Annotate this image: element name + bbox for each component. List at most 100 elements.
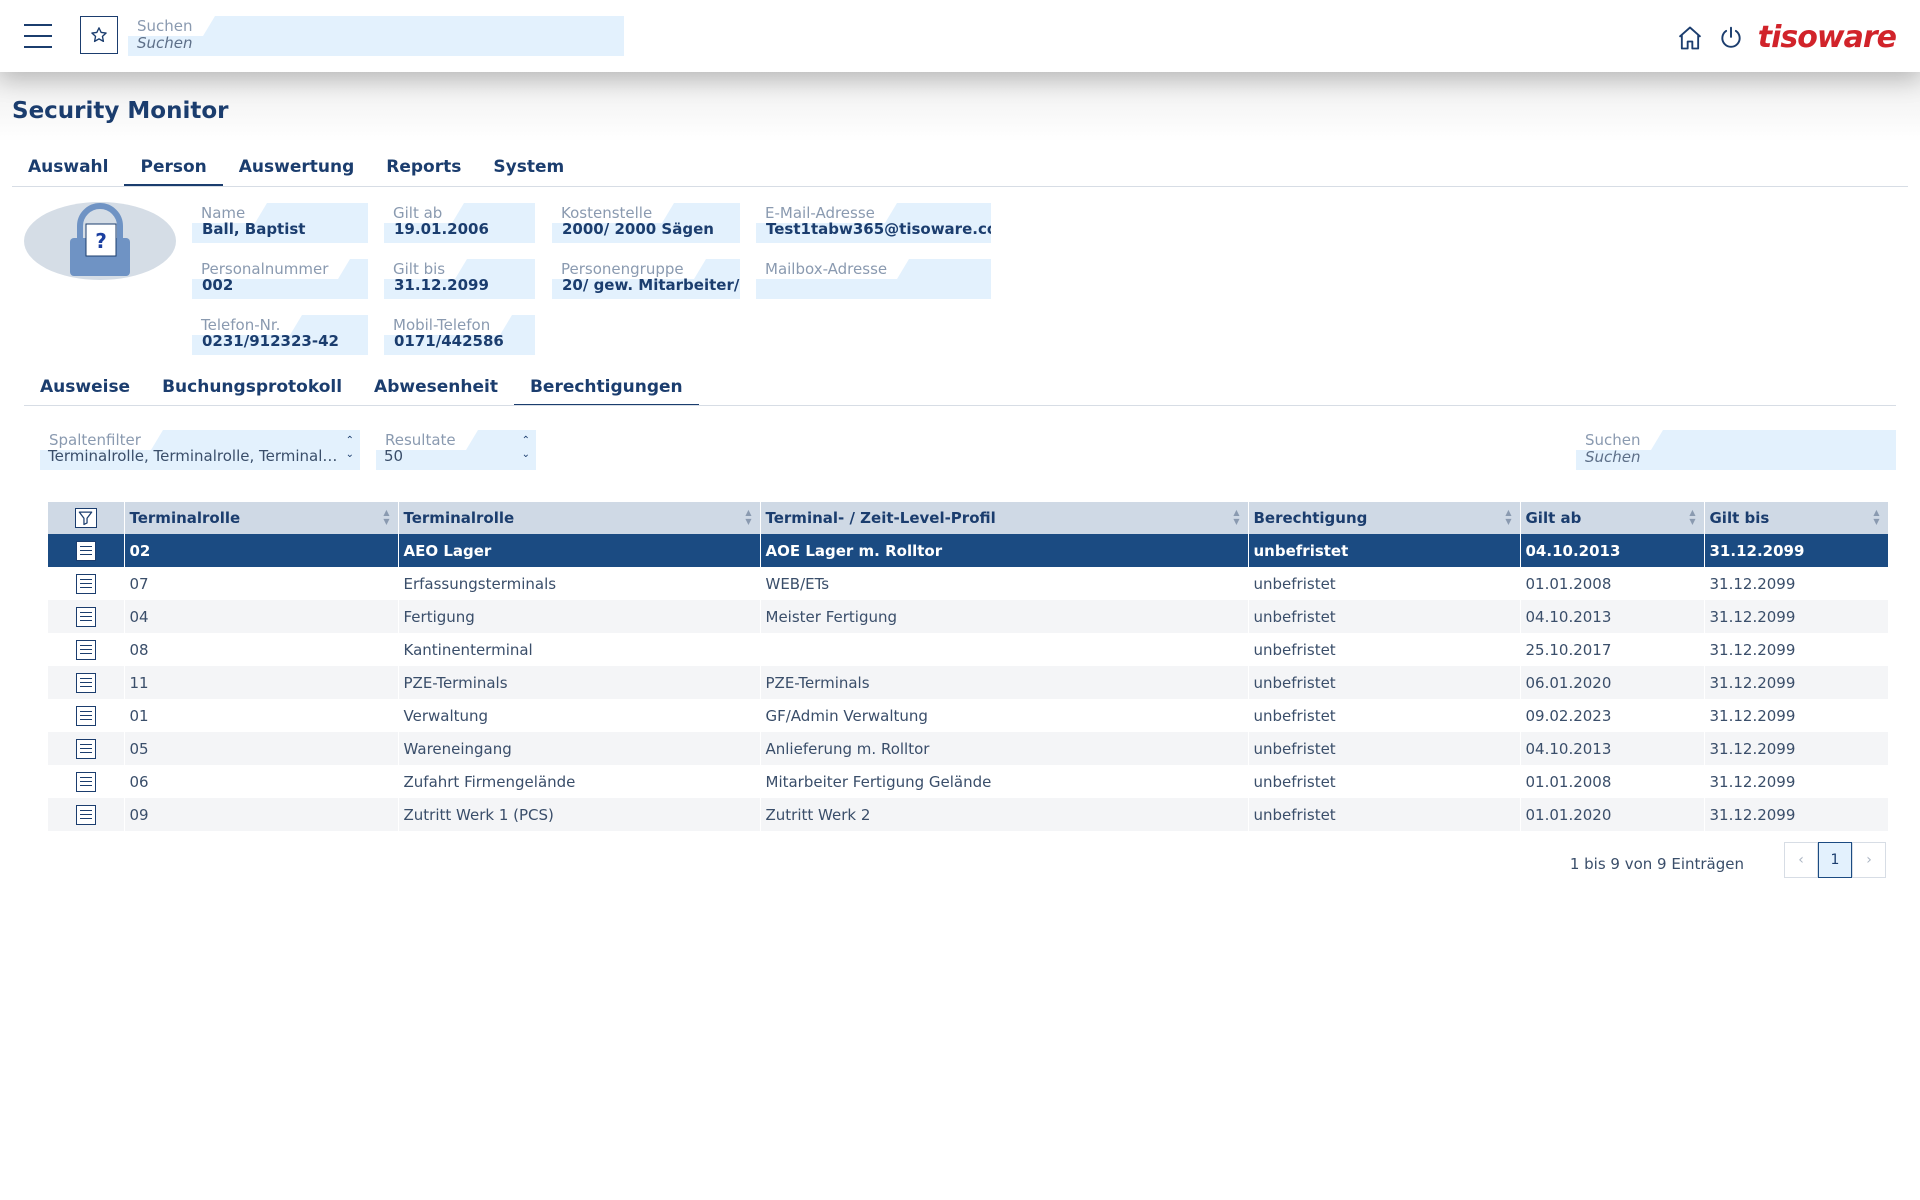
cell-gilt-bis: 31.12.2099 [1704, 798, 1889, 831]
spaltenfilter-select[interactable]: Spaltenfilter Terminalrolle, Terminalrol… [40, 430, 360, 470]
favorites-button[interactable] [80, 16, 118, 54]
filter-icon [74, 508, 97, 528]
home-icon [1678, 26, 1701, 49]
personengruppe-value: 20/ gew. Mitarbeiter/-in [562, 276, 762, 294]
cell-gilt-ab: 06.01.2020 [1520, 666, 1705, 699]
table-row[interactable]: 11 PZE-Terminals PZE-Terminals unbefristet 0… [48, 666, 1889, 699]
details-icon[interactable] [75, 705, 96, 726]
header-gilt-ab[interactable]: Gilt ab ▲ ▼ [1520, 502, 1705, 534]
cell-terminalrolle-name: PZE-Terminals [398, 666, 761, 699]
pagination-info: 1 bis 9 von 9 Einträgen [1569, 855, 1744, 873]
table-row[interactable]: 07 Erfassungsterminals WEB/ETs unbefristet 0… [48, 567, 1889, 600]
details-icon[interactable] [75, 540, 96, 561]
resultate-value: 50 [384, 447, 404, 465]
table-row[interactable]: 09 Zutritt Werk 1 (PCS) Zutritt Werk 2 unbe… [48, 798, 1889, 831]
page-1-button[interactable]: 1 [1818, 842, 1852, 878]
cell-berechtigung: unbefristet [1248, 699, 1521, 732]
header-terminalrolle-nr[interactable]: Terminalrolle ▲ ▼ [124, 502, 399, 534]
cell-terminalrolle-nr: 11 [124, 666, 399, 699]
header-berechtigung[interactable]: Berechtigung ▲ ▼ [1248, 502, 1521, 534]
cell-gilt-bis: 31.12.2099 [1704, 732, 1889, 765]
tab-buchungsprotokoll[interactable]: Buchungsprotokoll [146, 372, 358, 406]
title-band [0, 72, 1920, 142]
tab-auswahl[interactable]: Auswahl [12, 152, 124, 186]
cell-gilt-ab: 01.01.2008 [1520, 567, 1705, 600]
tab-reports[interactable]: Reports [370, 152, 477, 186]
cell-terminalrolle-name: Erfassungsterminals [398, 567, 761, 600]
table-row[interactable]: 06 Zufahrt Firmengelände Mitarbeiter Ferti… [48, 765, 1889, 798]
gilt-ab-value: 19.01.2006 [394, 220, 489, 238]
row-detail-cell[interactable] [48, 666, 125, 699]
details-icon[interactable] [75, 672, 96, 693]
header-terminalrolle-name[interactable]: Terminalrolle ▲ ▼ [398, 502, 761, 534]
cell-gilt-bis: 31.12.2099 [1704, 699, 1889, 732]
row-detail-cell[interactable] [48, 534, 125, 567]
tab-abwesenheit[interactable]: Abwesenheit [358, 372, 514, 406]
cell-berechtigung: unbefristet [1248, 534, 1521, 567]
resultate-select[interactable]: Resultate 50 ⌃ ⌄ [376, 430, 536, 470]
row-detail-cell[interactable] [48, 633, 125, 666]
table-row[interactable]: 08 Kantinenterminal unbefristet 25.10.2017 3… [48, 633, 1889, 666]
gilt-bis-field: Gilt bis 31.12.2099 [384, 259, 535, 299]
email-field: E-Mail-Adresse Test1tabw365@tisoware.com [756, 203, 991, 243]
table-search-label: Suchen [1576, 430, 1662, 450]
cell-terminalrolle-nr: 05 [124, 732, 399, 765]
cell-terminalrolle-name: Zufahrt Firmengelände [398, 765, 761, 798]
row-detail-cell[interactable] [48, 732, 125, 765]
details-icon[interactable] [75, 606, 96, 627]
menu-icon[interactable] [24, 24, 52, 48]
home-button[interactable] [1676, 24, 1704, 52]
table-row[interactable]: 05 Wareneingang Anlieferung m. Rolltor unbe… [48, 732, 1889, 765]
pagination: ‹ 1 › [1784, 842, 1886, 878]
details-icon[interactable] [75, 738, 96, 759]
row-detail-cell[interactable] [48, 600, 125, 633]
row-detail-cell[interactable] [48, 699, 125, 732]
tab-person[interactable]: Person [124, 152, 223, 186]
cell-gilt-ab: 04.10.2013 [1520, 600, 1705, 633]
table-row[interactable]: 04 Fertigung Meister Fertigung unbefristet 0… [48, 600, 1889, 633]
cell-terminalrolle-nr: 09 [124, 798, 399, 831]
cell-gilt-ab: 01.01.2020 [1520, 798, 1705, 831]
details-icon[interactable] [75, 771, 96, 792]
column-filter-header[interactable] [48, 502, 125, 534]
table-row[interactable]: 02 AEO Lager AOE Lager m. Rolltor unbefrist… [48, 534, 1889, 567]
global-search-input[interactable]: Suchen Suchen [128, 16, 624, 56]
logout-button[interactable] [1718, 25, 1744, 51]
email-value: Test1tabw365@tisoware.com [766, 220, 1013, 238]
tab-system[interactable]: System [477, 152, 580, 186]
gilt-bis-value: 31.12.2099 [394, 276, 489, 294]
row-detail-cell[interactable] [48, 765, 125, 798]
power-icon [1721, 26, 1741, 48]
cell-terminalrolle-name: Verwaltung [398, 699, 761, 732]
next-page-button[interactable]: › [1852, 842, 1886, 878]
cell-berechtigung: unbefristet [1248, 666, 1521, 699]
chevron-updown-icon: ⌃ ⌄ [345, 435, 354, 460]
cell-terminalrolle-nr: 04 [124, 600, 399, 633]
row-detail-cell[interactable] [48, 567, 125, 600]
details-icon[interactable] [75, 804, 96, 825]
sub-tabs-divider [24, 405, 1896, 406]
details-icon[interactable] [75, 573, 96, 594]
cell-terminalrolle-nr: 02 [124, 534, 399, 567]
telefon-value: 0231/912323-42 [202, 332, 339, 350]
table-search-input[interactable]: Suchen Suchen [1576, 430, 1896, 470]
tab-berechtigungen[interactable]: Berechtigungen [513, 372, 699, 406]
cell-terminalrolle-nr: 06 [124, 765, 399, 798]
row-detail-cell[interactable] [48, 798, 125, 831]
details-icon[interactable] [75, 639, 96, 660]
cell-berechtigung: unbefristet [1248, 798, 1521, 831]
header-gilt-bis[interactable]: Gilt bis ▲ ▼ [1704, 502, 1889, 534]
kostenstelle-value: 2000/ 2000 Sägen [562, 220, 714, 238]
header-profil[interactable]: Terminal- / Zeit-Level-Profil ▲ ▼ [760, 502, 1249, 534]
prev-page-button[interactable]: ‹ [1784, 842, 1818, 878]
sub-tabs: Ausweise Buchungsprotokoll Abwesenheit B… [24, 372, 699, 406]
cell-berechtigung: unbefristet [1248, 765, 1521, 798]
cell-gilt-ab: 25.10.2017 [1520, 633, 1705, 666]
tab-ausweise[interactable]: Ausweise [24, 372, 146, 406]
table-row[interactable]: 01 Verwaltung GF/Admin Verwaltung unbefrist… [48, 699, 1889, 732]
cell-terminalrolle-name: Zutritt Werk 1 (PCS) [398, 798, 761, 831]
cell-profil: WEB/ETs [760, 567, 1249, 600]
tab-auswertung[interactable]: Auswertung [223, 152, 371, 186]
sort-icon: ▲ ▼ [1873, 508, 1880, 526]
personalnummer-value: 002 [202, 276, 234, 294]
